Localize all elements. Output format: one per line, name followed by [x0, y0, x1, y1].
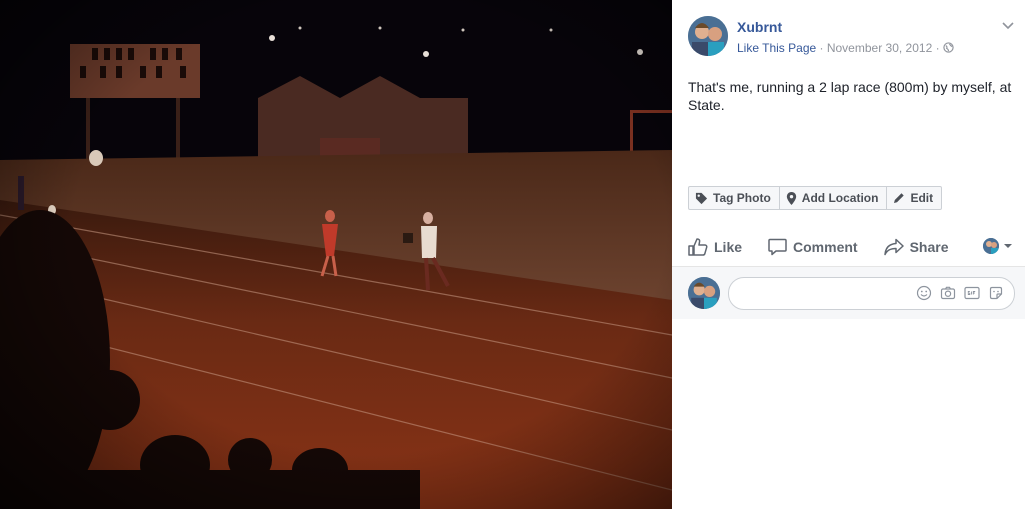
post-as-avatar	[983, 238, 999, 254]
share-arrow-icon	[883, 238, 904, 256]
post-header: Xubrnt Like This Page · November 30, 201…	[688, 16, 1015, 60]
post-date[interactable]: November 30, 2012	[827, 41, 932, 55]
like-label: Like	[714, 239, 743, 255]
thumbs-up-icon	[688, 238, 708, 256]
pencil-icon	[894, 193, 905, 203]
commenter-avatar	[688, 277, 720, 309]
track-race-photo	[0, 0, 672, 509]
comment-label: Comment	[793, 239, 858, 255]
post-as-selector[interactable]	[983, 238, 1013, 254]
edit-label: Edit	[910, 191, 934, 205]
chevron-down-icon[interactable]	[1001, 18, 1015, 32]
comment-bubble-icon	[768, 238, 787, 256]
post-meta: Like This Page · November 30, 2012 ·	[737, 41, 954, 55]
gif-icon[interactable]	[964, 285, 980, 301]
meta-separator-2: ·	[932, 41, 943, 55]
location-pin-icon	[786, 191, 796, 205]
comment-button[interactable]: Comment	[768, 238, 858, 256]
add-location-label: Add Location	[801, 191, 879, 205]
meta-separator: ·	[816, 41, 827, 55]
tag-icon	[695, 192, 708, 204]
add-location-button[interactable]: Add Location	[778, 186, 888, 210]
like-button[interactable]: Like	[688, 238, 742, 256]
comment-input[interactable]	[728, 277, 1015, 310]
like-page-link[interactable]: Like This Page	[737, 41, 816, 55]
tag-photo-label: Tag Photo	[713, 191, 771, 205]
page-name[interactable]: Xubrnt	[737, 19, 782, 35]
post-caption: That's me, running a 2 lap race (800m) b…	[688, 79, 1012, 113]
globe-icon[interactable]	[943, 42, 954, 53]
smiley-icon[interactable]	[916, 285, 932, 301]
camera-icon[interactable]	[940, 285, 956, 301]
share-button[interactable]: Share	[883, 238, 949, 256]
sticker-icon[interactable]	[988, 285, 1004, 301]
ufi-bar: Like Comment Share	[688, 230, 1013, 264]
post-photo[interactable]	[0, 0, 672, 509]
caret-down-icon	[1004, 244, 1012, 248]
edit-button[interactable]: Edit	[886, 186, 943, 210]
page-avatar[interactable]	[688, 16, 728, 56]
share-label: Share	[909, 239, 949, 255]
photo-actions: Tag Photo Add Location Edit	[688, 186, 943, 210]
tag-photo-button[interactable]: Tag Photo	[688, 186, 780, 210]
comment-composer	[672, 266, 1025, 319]
comment-input-icons	[908, 285, 1004, 301]
post-side-panel: Xubrnt Like This Page · November 30, 201…	[672, 0, 1025, 509]
